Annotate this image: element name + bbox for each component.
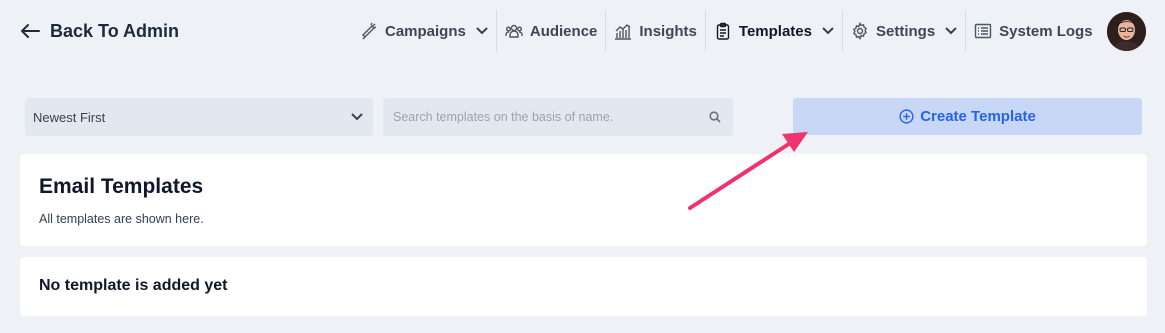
nav-label: Audience [529, 22, 598, 40]
nav-label: Settings [875, 22, 936, 40]
avatar-image [1107, 12, 1146, 51]
nav-label: System Logs [999, 22, 1093, 40]
gear-icon [852, 22, 867, 40]
create-template-label: Create Template [920, 108, 1036, 125]
chart-icon [615, 24, 632, 40]
arrow-left-icon [21, 24, 40, 38]
list-icon [974, 23, 992, 39]
page-subtitle: All templates are shown here. [39, 212, 204, 226]
nav-label: Insights [639, 22, 697, 40]
create-template-button[interactable]: Create Template [793, 98, 1142, 135]
back-to-admin-link[interactable]: Back To Admin [20, 18, 179, 44]
nav-settings[interactable]: Settings [843, 10, 967, 52]
page-title: Email Templates [39, 175, 204, 198]
search-input[interactable] [393, 110, 709, 124]
nav-label: Templates [738, 22, 812, 40]
plus-circle-icon [899, 109, 914, 124]
user-avatar[interactable] [1107, 12, 1146, 51]
chevron-down-icon [945, 27, 957, 35]
empty-state-message: No template is added yet [39, 277, 228, 294]
users-icon [505, 24, 523, 38]
sort-dropdown[interactable]: Newest First [25, 98, 373, 136]
back-label: Back To Admin [50, 20, 180, 41]
nav-label: Campaigns [385, 22, 466, 40]
chevron-down-icon [476, 27, 488, 35]
annotation-arrow [688, 132, 808, 210]
nav-audience[interactable]: Audience [497, 10, 607, 52]
chevron-down-icon [822, 27, 834, 35]
main-nav: Campaigns Audience Insights Templates Se… [352, 10, 1101, 52]
nav-system-logs[interactable]: System Logs [966, 10, 1100, 52]
templates-header-card: Email Templates All templates are shown … [20, 154, 1147, 246]
nav-insights[interactable]: Insights [606, 10, 706, 52]
sort-value: Newest First [33, 109, 106, 125]
top-navigation-bar: Back To Admin Campaigns Audience Insight… [0, 0, 1165, 62]
empty-state-card: No template is added yet [20, 257, 1147, 316]
clipboard-icon [716, 22, 730, 40]
megaphone-icon [362, 22, 377, 40]
chevron-down-icon [351, 113, 363, 121]
nav-campaigns[interactable]: Campaigns [352, 10, 497, 52]
nav-templates[interactable]: Templates [706, 10, 843, 52]
